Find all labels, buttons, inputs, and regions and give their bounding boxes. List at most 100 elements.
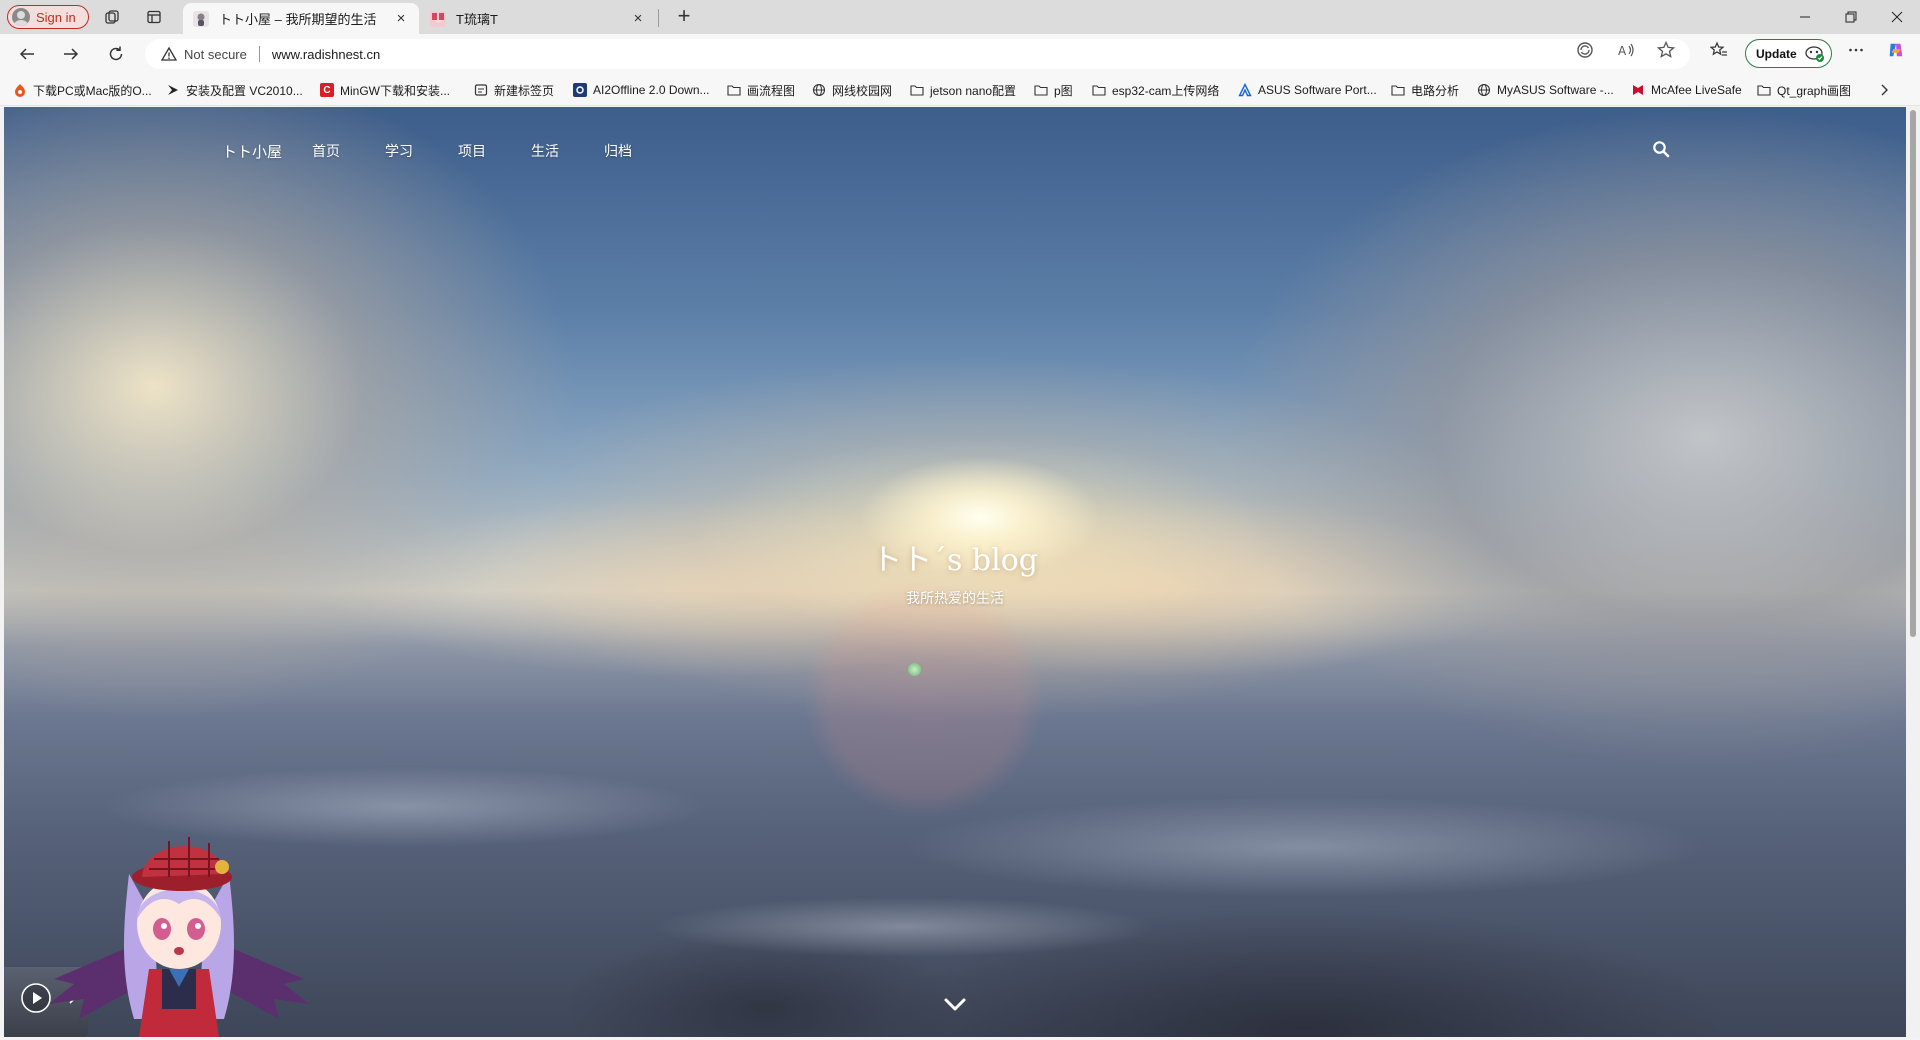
warning-icon[interactable]: [160, 46, 178, 62]
bookmark-label: p图: [1054, 83, 1073, 98]
bookmark-item[interactable]: p图: [1034, 81, 1073, 99]
scroll-down-chevron-icon[interactable]: [941, 994, 969, 1016]
tab-favicon-icon: [430, 10, 446, 27]
newtab-icon: [474, 83, 488, 97]
blue-square-icon: [573, 83, 587, 97]
url-text[interactable]: www.radishnest.cn: [272, 47, 380, 62]
lens-flare-dot: [908, 663, 921, 676]
bookmark-label: 新建标签页: [494, 83, 555, 98]
bookmark-item[interactable]: Qt_graph画图: [1757, 81, 1851, 99]
svg-text:A: A: [1618, 44, 1627, 58]
live2d-mascot[interactable]: [44, 829, 314, 1037]
folder-icon: [1092, 83, 1106, 97]
folder-icon: [1391, 83, 1405, 97]
translate-icon[interactable]: [1576, 41, 1594, 59]
folder-icon: [727, 83, 741, 97]
tab-actions-icon[interactable]: [144, 7, 164, 27]
folder-icon: [910, 83, 924, 97]
bookmark-item[interactable]: 电路分析: [1391, 81, 1459, 99]
bookmark-item[interactable]: AI2Offline 2.0 Down...: [573, 81, 710, 99]
bookmark-label: 网线校园网: [832, 83, 893, 98]
bookmark-label: ASUS Software Port...: [1258, 83, 1377, 97]
bookmark-label: 画流程图: [747, 83, 796, 98]
close-window-button[interactable]: [1874, 0, 1920, 34]
bookmark-label: MinGW下载和安装...: [340, 83, 450, 98]
page-scrollbar[interactable]: [1906, 107, 1920, 1037]
scrollbar-thumb[interactable]: [1910, 110, 1916, 637]
site-brand-link[interactable]: トト小屋: [222, 141, 282, 162]
bookmark-label: 安装及配置 VC2010...: [186, 83, 303, 98]
workspaces-icon[interactable]: [102, 7, 122, 27]
address-bar[interactable]: Not secure www.radishnest.cn: [145, 39, 1690, 69]
bookmarks-bar: 下载PC或Mac版的O... 安装及配置 VC2010... C MinGW下载…: [0, 74, 1920, 106]
bookmark-item[interactable]: 下载PC或Mac版的O...: [13, 81, 152, 99]
tab-title: トト小屋 – 我所期望的生活: [219, 12, 377, 27]
nav-life[interactable]: 生活: [531, 141, 559, 161]
sign-in-label: Sign in: [36, 9, 76, 25]
bookmark-item[interactable]: jetson nano配置: [910, 81, 1016, 99]
bookmark-item[interactable]: esp32-cam上传网络: [1092, 81, 1219, 99]
tab-favicon-icon: [193, 10, 209, 27]
bookmark-label: 下载PC或Mac版的O...: [33, 83, 152, 98]
nav-projects[interactable]: 项目: [458, 141, 486, 161]
read-aloud-icon[interactable]: A: [1617, 41, 1635, 59]
bookmark-label: McAfee LiveSafe: [1651, 83, 1742, 97]
bookmark-label: Qt_graph画图: [1777, 83, 1852, 98]
more-options-icon[interactable]: [1847, 41, 1865, 59]
update-button[interactable]: Update: [1745, 39, 1832, 68]
orange-app-icon: [13, 83, 27, 97]
nav-study[interactable]: 学习: [385, 141, 413, 161]
mcafee-icon: [1631, 83, 1645, 97]
nav-home[interactable]: 首页: [312, 141, 340, 161]
site-navigation: トト小屋 首页 学习 项目 生活 归档: [4, 107, 1906, 177]
bookmark-item[interactable]: MyASUS Software -...: [1477, 81, 1614, 99]
globe-icon: [1477, 83, 1491, 97]
tab-close-icon[interactable]: ×: [630, 10, 646, 27]
back-button[interactable]: [15, 42, 39, 66]
new-tab-button[interactable]: +: [670, 4, 698, 30]
bookmark-item[interactable]: 画流程图: [727, 81, 795, 99]
bookmark-label: AI2Offline 2.0 Down...: [593, 83, 710, 97]
folder-icon: [1034, 83, 1048, 97]
security-status[interactable]: Not secure: [184, 47, 247, 62]
hero-subtitle: 我所热爱的生活: [906, 591, 1004, 607]
favorites-list-icon[interactable]: [1710, 41, 1728, 59]
folder-icon: [1757, 83, 1771, 97]
update-profile-icon: [1805, 45, 1824, 62]
bookmark-item[interactable]: 网线校园网: [812, 81, 892, 99]
page-viewport: トト小屋 首页 学习 项目 生活 归档 トト´s blog 我所热爱的生活: [4, 107, 1906, 1037]
tab-liuli[interactable]: T琉璃T ×: [420, 3, 656, 34]
address-divider: [258, 46, 260, 62]
favorite-star-icon[interactable]: [1657, 41, 1675, 59]
bookmark-label: MyASUS Software -...: [1497, 83, 1614, 97]
bookmark-label: esp32-cam上传网络: [1112, 83, 1220, 98]
bookmark-item[interactable]: McAfee LiveSafe: [1631, 81, 1742, 99]
forward-button[interactable]: [59, 42, 83, 66]
hero-title: トト´s blog: [872, 543, 1038, 578]
bookmark-item[interactable]: 新建标签页: [474, 81, 554, 99]
bookmark-item[interactable]: 安装及配置 VC2010...: [166, 81, 303, 99]
refresh-button[interactable]: [104, 42, 128, 66]
tab-radishnest[interactable]: トト小屋 – 我所期望的生活 ×: [183, 3, 419, 34]
black-logo-icon: [166, 83, 180, 97]
minimize-button[interactable]: [1782, 0, 1828, 34]
globe-icon: [812, 83, 826, 97]
asus-icon: [1238, 83, 1252, 97]
copilot-icon[interactable]: [1887, 41, 1905, 59]
tab-title: T琉璃T: [456, 12, 498, 27]
bookmark-label: jetson nano配置: [930, 83, 1017, 98]
bookmarks-overflow-chevron-icon[interactable]: [1876, 82, 1892, 98]
address-toolbar: Not secure www.radishnest.cn A Update: [0, 34, 1920, 74]
csdn-icon: C: [320, 83, 334, 97]
nav-archive[interactable]: 归档: [604, 141, 632, 161]
profile-avatar-icon: [12, 8, 30, 26]
update-label: Update: [1756, 46, 1797, 61]
site-search-icon[interactable]: [1651, 139, 1671, 159]
tab-close-icon[interactable]: ×: [393, 10, 409, 27]
bookmark-item[interactable]: ASUS Software Port...: [1238, 81, 1377, 99]
title-bar: Sign in トト小屋 – 我所期望的生活 × T琉璃T × +: [0, 0, 1920, 34]
restore-button[interactable]: [1828, 0, 1874, 34]
bookmark-item[interactable]: C MinGW下载和安装...: [320, 81, 450, 99]
sign-in-button[interactable]: Sign in: [7, 5, 89, 29]
tab-separator: [658, 9, 659, 27]
